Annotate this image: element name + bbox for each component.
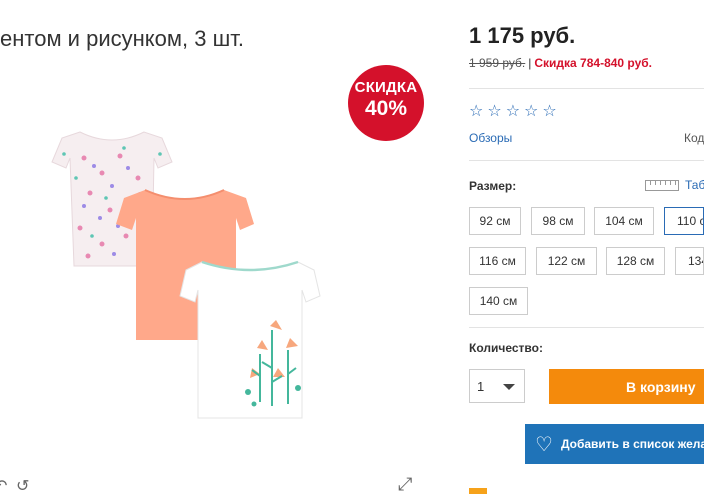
divider — [469, 88, 704, 89]
wishlist-label: Добавить в список желаемого — [560, 437, 704, 451]
old-price: 1 959 руб. — [469, 56, 526, 70]
size-option-116[interactable]: 116 см — [469, 247, 526, 275]
current-price: 1 175 руб. — [469, 23, 576, 48]
quantity-value: 1 — [477, 378, 485, 394]
chevron-down-icon — [503, 384, 515, 390]
rotate-icon[interactable]: ↺ — [16, 476, 29, 496]
star-icon[interactable]: ☆ — [469, 104, 483, 120]
size-option-110[interactable]: 110 см — [664, 207, 704, 235]
ruler-icon — [645, 179, 679, 191]
size-option-140[interactable]: 140 см — [469, 287, 528, 315]
quantity-label: Количество: — [469, 341, 543, 355]
size-option-134[interactable]: 134 см — [675, 247, 704, 275]
heart-icon: ♡ — [535, 433, 553, 456]
star-icon[interactable]: ☆ — [487, 104, 501, 120]
divider — [469, 160, 704, 161]
size-option-92[interactable]: 92 см — [469, 207, 521, 235]
size-table-link[interactable]: Таб — [645, 178, 704, 192]
divider — [469, 327, 704, 328]
price-details: 1 959 руб. | Скидка 784-840 руб. — [469, 56, 652, 70]
expand-icon[interactable]: ⤢ — [398, 474, 412, 495]
rotate-left-icon[interactable]: ↶ — [0, 476, 7, 496]
price-separator: | — [528, 56, 532, 70]
product-title: ентом и рисунком, 3 шт. — [0, 26, 244, 51]
brand-logo — [469, 488, 487, 494]
discount-badge: СКИДКА 40% — [348, 65, 424, 141]
size-table-label[interactable]: Таб — [685, 178, 704, 192]
rating-stars[interactable]: ☆ ☆ ☆ ☆ ☆ — [469, 104, 557, 120]
size-option-128[interactable]: 128 см — [606, 247, 665, 275]
white-tshirt — [179, 260, 321, 419]
size-option-98[interactable]: 98 см — [531, 207, 585, 235]
size-option-104[interactable]: 104 см — [594, 207, 654, 235]
discount-badge-label: СКИДКА — [354, 79, 418, 96]
star-icon[interactable]: ☆ — [524, 104, 538, 120]
add-to-wishlist-button[interactable]: ♡ Добавить в список желаемого — [525, 424, 704, 464]
star-icon[interactable]: ☆ — [506, 104, 520, 120]
size-label: Размер: — [469, 179, 517, 193]
star-icon[interactable]: ☆ — [542, 104, 556, 120]
reviews-link[interactable]: Обзоры — [469, 131, 512, 145]
product-image[interactable] — [40, 118, 340, 428]
discount-badge-percent: 40% — [364, 97, 408, 120]
product-code-label: Код — [684, 131, 704, 145]
discount-amount: Скидка 784-840 руб. — [534, 56, 653, 70]
size-option-122[interactable]: 122 см — [536, 247, 597, 275]
quantity-select[interactable]: 1 — [469, 369, 525, 403]
add-to-cart-button[interactable]: В корзину — [549, 369, 704, 404]
